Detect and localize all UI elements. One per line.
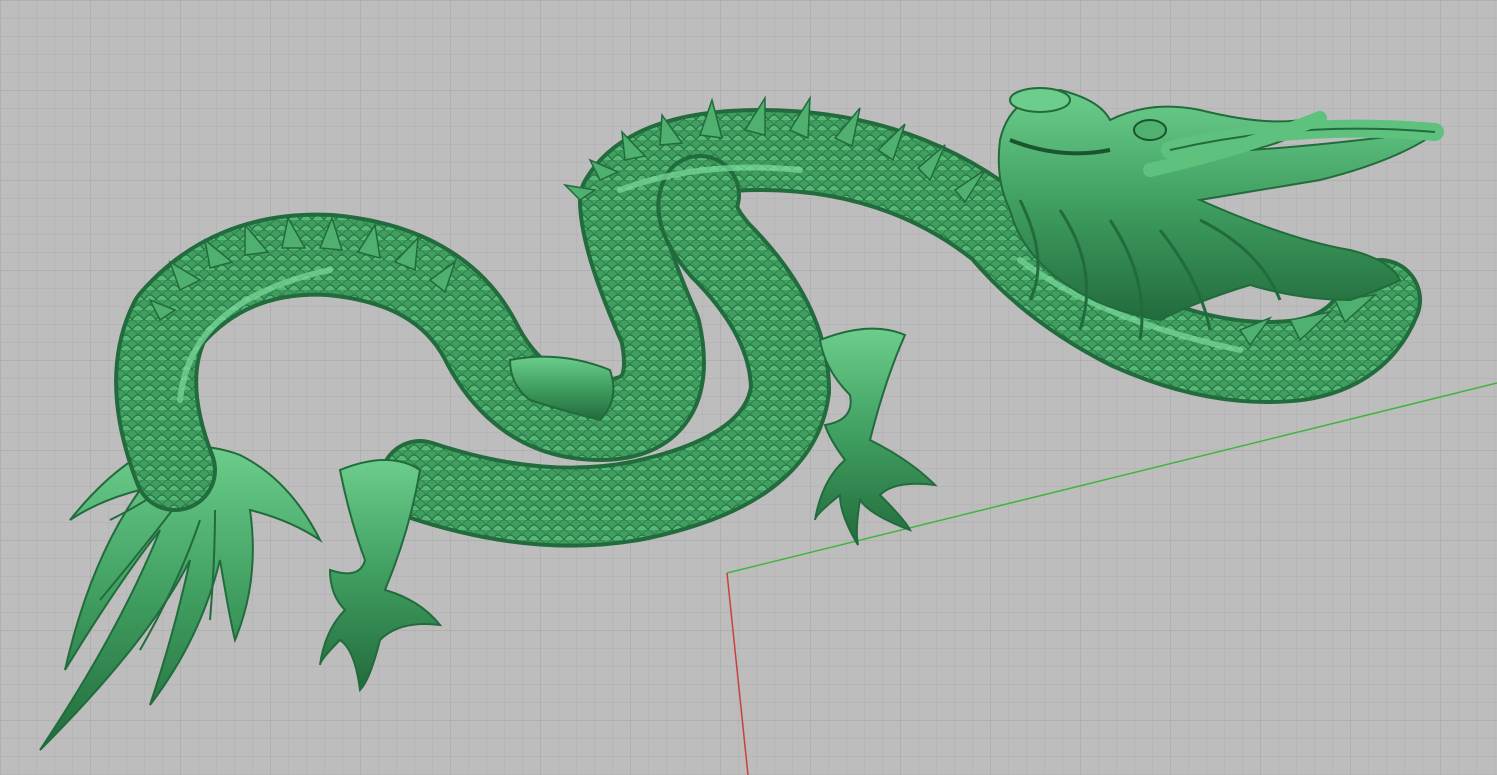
perspective-viewport[interactable] — [0, 0, 1497, 775]
viewport-canvas[interactable] — [0, 0, 1497, 775]
dragon-eye — [1133, 119, 1167, 141]
